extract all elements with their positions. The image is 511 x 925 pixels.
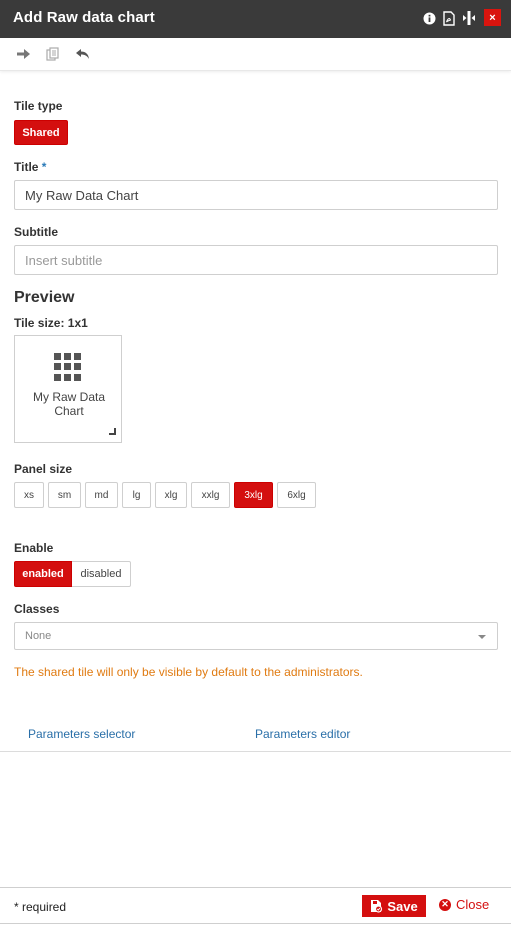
resize-width-icon[interactable] xyxy=(461,9,477,27)
save-button[interactable]: Save xyxy=(362,895,426,917)
tile-preview-title: My Raw Data Chart xyxy=(32,390,106,418)
pdf-icon[interactable] xyxy=(441,9,457,27)
panel-size-md[interactable]: md xyxy=(85,482,118,508)
panel-size-3xlg[interactable]: 3xlg xyxy=(234,482,273,508)
required-note: * required xyxy=(14,900,67,914)
disabled-button[interactable]: disabled xyxy=(72,561,131,587)
grid-icon xyxy=(54,353,82,381)
parameters-tabs: Parameters selector Parameters editor xyxy=(0,720,511,752)
classes-select-value: None xyxy=(25,630,52,642)
arrow-right-icon[interactable] xyxy=(15,46,33,62)
panel-size-group: xs sm md lg xlg xxlg 3xlg 6xlg xyxy=(14,482,316,508)
close-icon: × xyxy=(489,11,496,24)
tile-size-label: Tile size: 1x1 xyxy=(14,316,88,330)
panel-size-label: Panel size xyxy=(14,462,73,476)
tile-preview: My Raw Data Chart xyxy=(14,335,122,443)
panel-size-sm[interactable]: sm xyxy=(48,482,81,508)
tab-parameters-editor[interactable]: Parameters editor xyxy=(255,727,350,741)
close-button-label: Close xyxy=(456,897,490,912)
title-label: Title * xyxy=(14,160,46,174)
window-titlebar: Add Raw data chart × xyxy=(0,0,511,38)
toolbar xyxy=(0,38,511,71)
close-circle-icon: ✕ xyxy=(439,898,451,911)
enable-toggle-group: enabled disabled xyxy=(14,561,131,587)
title-input[interactable] xyxy=(14,180,498,210)
panel-size-xlg[interactable]: xlg xyxy=(155,482,187,508)
save-button-label: Save xyxy=(387,898,418,914)
save-file-icon xyxy=(371,900,383,913)
shared-tile-notice: The shared tile will only be visible by … xyxy=(14,665,363,679)
classes-label: Classes xyxy=(14,602,60,616)
title-label-text: Title xyxy=(14,160,39,174)
chevron-down-icon xyxy=(478,635,486,639)
subtitle-input[interactable] xyxy=(14,245,498,275)
tile-type-shared-button[interactable]: Shared xyxy=(14,120,68,145)
copy-icon[interactable] xyxy=(44,46,62,62)
close-button[interactable]: ✕ Close xyxy=(439,897,489,912)
panel-size-xs[interactable]: xs xyxy=(14,482,44,508)
panel-size-xxlg[interactable]: xxlg xyxy=(191,482,230,508)
dialog-footer: * required Save ✕ Close xyxy=(0,887,511,924)
panel-size-6xlg[interactable]: 6xlg xyxy=(277,482,316,508)
info-icon[interactable] xyxy=(421,9,437,27)
required-star: * xyxy=(41,160,47,174)
subtitle-label: Subtitle xyxy=(14,225,58,239)
tab-parameters-selector[interactable]: Parameters selector xyxy=(28,727,135,741)
preview-heading: Preview xyxy=(14,289,75,306)
resize-handle-icon[interactable] xyxy=(109,428,116,435)
enable-label: Enable xyxy=(14,541,54,555)
window-title: Add Raw data chart xyxy=(13,9,155,26)
classes-select[interactable]: None xyxy=(14,622,498,650)
tile-type-label: Tile type xyxy=(14,99,63,113)
panel-size-lg[interactable]: lg xyxy=(122,482,151,508)
window-close-button[interactable]: × xyxy=(484,9,501,26)
undo-icon[interactable] xyxy=(73,46,91,62)
enabled-button[interactable]: enabled xyxy=(14,561,72,587)
